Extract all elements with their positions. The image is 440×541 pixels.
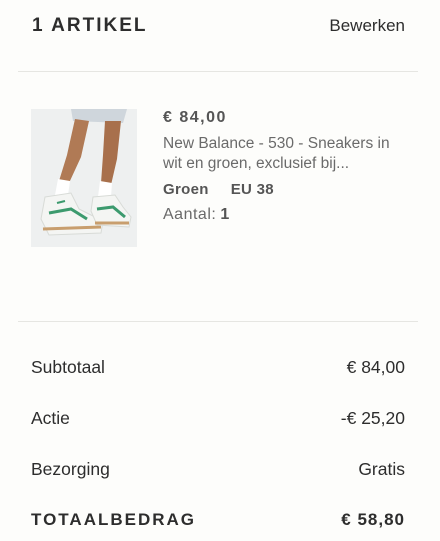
subtotal-row: Subtotaal € 84,00 bbox=[31, 355, 405, 379]
item-variant: Groen EU 38 bbox=[163, 181, 411, 201]
item-info: € 84,00 New Balance - 530 - Sneakers in … bbox=[163, 109, 411, 224]
divider bbox=[18, 321, 418, 322]
item-color: Groen bbox=[163, 181, 209, 198]
bag-header: 1 ARTIKEL Bewerken bbox=[32, 12, 405, 40]
item-name[interactable]: New Balance - 530 - Sneakers in wit en g… bbox=[163, 134, 403, 174]
bag-summary: 1 ARTIKEL Bewerken € 84,00 New Balance -… bbox=[0, 0, 440, 541]
shipping-row: Bezorging Gratis bbox=[31, 457, 405, 481]
item-size: EU 38 bbox=[230, 181, 274, 198]
discount-row: Actie -€ 25,20 bbox=[31, 406, 405, 430]
cart-item: € 84,00 New Balance - 530 - Sneakers in … bbox=[31, 109, 411, 249]
item-price: € 84,00 bbox=[163, 109, 227, 126]
discount-value: -€ 25,20 bbox=[340, 407, 405, 428]
subtotal-value: € 84,00 bbox=[346, 356, 405, 377]
quantity-label: Aantal: bbox=[163, 206, 217, 223]
quantity-value: 1 bbox=[220, 206, 230, 223]
edit-button[interactable]: Bewerken bbox=[329, 16, 405, 36]
item-count-title: 1 ARTIKEL bbox=[32, 15, 148, 36]
shipping-label: Bezorging bbox=[31, 458, 110, 479]
total-row: TOTAALBEDRAG € 58,80 bbox=[31, 508, 405, 532]
item-quantity: Aantal: 1 bbox=[163, 206, 411, 224]
subtotal-label: Subtotaal bbox=[31, 356, 105, 377]
product-image[interactable] bbox=[31, 109, 137, 247]
shipping-value: Gratis bbox=[358, 458, 405, 479]
total-label: TOTAALBEDRAG bbox=[31, 510, 197, 529]
divider bbox=[18, 71, 418, 72]
total-value: € 58,80 bbox=[341, 510, 405, 529]
discount-label: Actie bbox=[31, 407, 70, 428]
